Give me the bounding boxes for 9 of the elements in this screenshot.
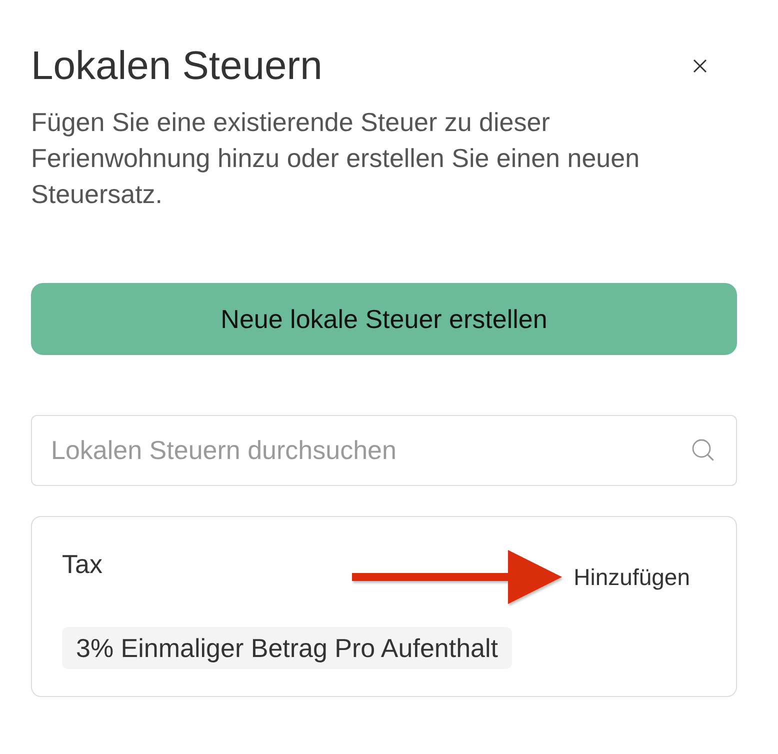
search-field[interactable]: Lokalen Steuern durchsuchen bbox=[31, 415, 737, 486]
close-icon[interactable] bbox=[693, 59, 707, 73]
dialog-description: Fügen Sie eine existierende Steuer zu dieser Ferienwohnung hinzu oder erstellen Sie einen neuen Steuersatz. bbox=[31, 106, 641, 211]
tax-rate-badge: 3% Einmaliger Betrag Pro Aufenthalt bbox=[62, 627, 512, 669]
tax-name: Tax bbox=[62, 548, 102, 580]
search-icon bbox=[692, 439, 714, 461]
add-link[interactable]: Hinzufügen bbox=[574, 563, 690, 591]
create-tax-button[interactable]: Neue lokale Steuer erstellen bbox=[31, 283, 737, 355]
dialog-title: Lokalen Steuern bbox=[31, 43, 322, 89]
